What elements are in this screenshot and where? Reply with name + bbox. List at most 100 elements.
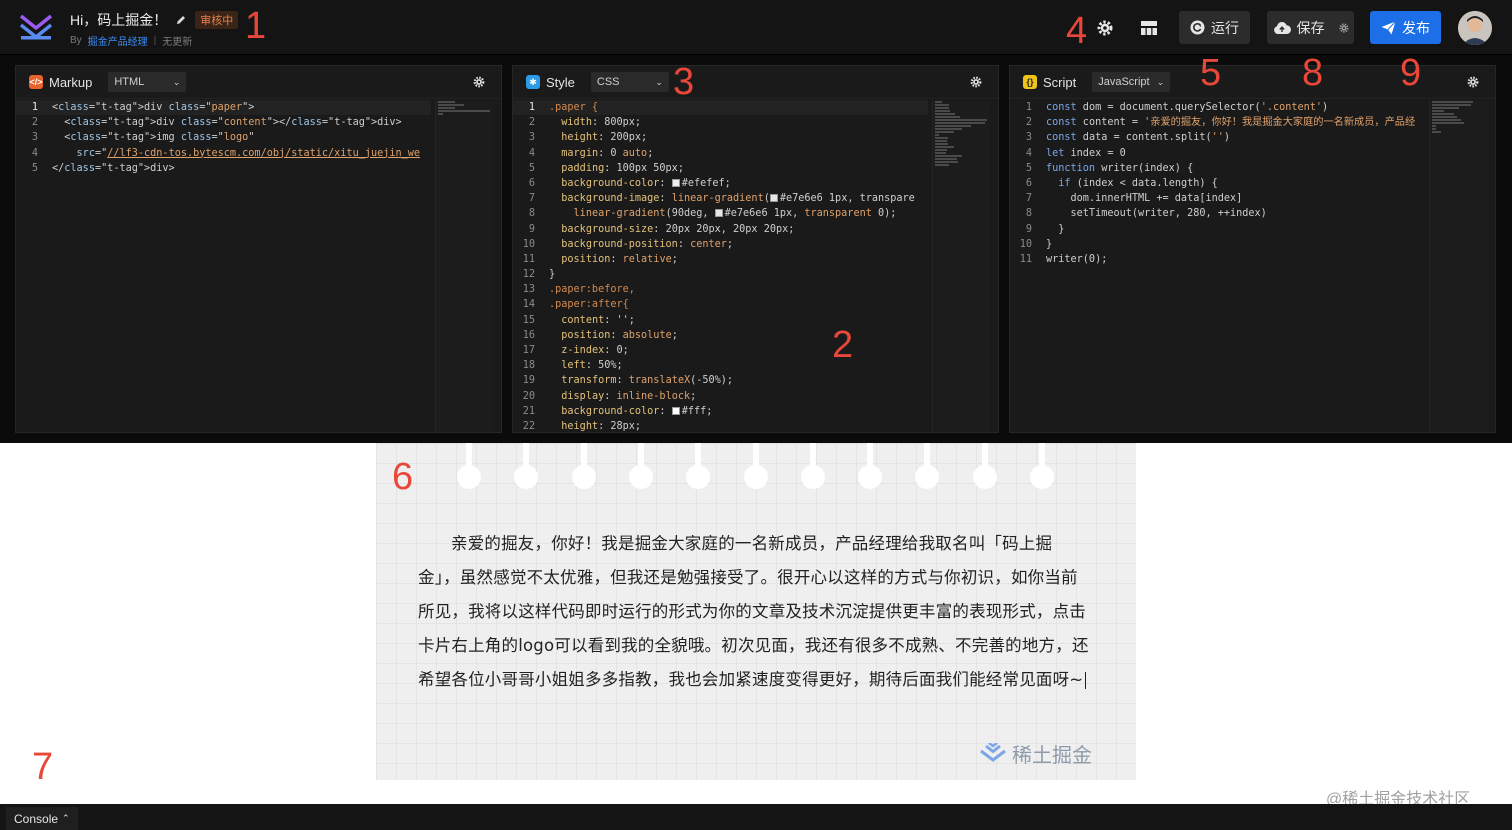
script-minimap[interactable] xyxy=(1429,100,1487,432)
code-line[interactable]: 3 const data = content.split('') xyxy=(1010,130,1425,145)
code-text: setTimeout(writer, 280, ++index) xyxy=(1046,208,1267,220)
style-minimap[interactable] xyxy=(932,100,990,432)
style-panel-gear-icon[interactable] xyxy=(970,76,982,88)
avatar[interactable] xyxy=(1458,11,1492,45)
code-text: background-color: #efefef; xyxy=(561,177,731,189)
markup-minimap[interactable] xyxy=(435,100,493,432)
line-number: 2 xyxy=(1025,117,1032,129)
code-text: position: relative; xyxy=(561,253,678,265)
code-line[interactable]: 22 height: 28px; xyxy=(513,419,928,432)
console-toggle[interactable]: Console ⌃ xyxy=(6,807,78,830)
juejin-logo-icon[interactable] xyxy=(18,12,54,42)
project-title[interactable]: Hi，码上掘金！ xyxy=(70,10,167,30)
script-panel-gear-icon[interactable] xyxy=(1467,76,1479,88)
minimap-line xyxy=(1432,104,1471,106)
style-panel: ✱ Style CSS ⌄ 1 .paper {2 width: 800px; 3 … xyxy=(512,65,999,433)
code-line[interactable]: 4 src="//lf3-cdn-tos.bytescm.com/obj/sta… xyxy=(16,146,431,161)
code-line[interactable]: 2 const content = '亲爱的掘友，你好！我是掘金大家庭的一名新成员… xyxy=(1010,115,1425,130)
code-line[interactable]: 8 setTimeout(writer, 280, ++index) xyxy=(1010,206,1425,221)
code-line[interactable]: 16 position: absolute; xyxy=(513,328,928,343)
code-line[interactable]: 7 dom.innerHTML += data[index] xyxy=(1010,191,1425,206)
chevron-down-icon: ⌄ xyxy=(655,76,663,87)
code-line[interactable]: 6 background-color: #efefef; xyxy=(513,176,928,191)
annotation-7: 7 xyxy=(32,746,54,788)
code-line[interactable]: 14 .paper:after{ xyxy=(513,297,928,312)
minimap-line xyxy=(1432,110,1444,112)
code-line[interactable]: 18 left: 50%; xyxy=(513,358,928,373)
markup-panel-gear-icon[interactable] xyxy=(473,76,485,88)
code-text: writer(0); xyxy=(1046,253,1108,265)
author-link[interactable]: 掘金产品经理 xyxy=(88,33,148,48)
minimap-line xyxy=(935,149,947,151)
save-button[interactable]: 保存 xyxy=(1267,11,1354,44)
minimap-line xyxy=(935,128,962,130)
code-line[interactable]: 7 background-image: linear-gradient(#e7e… xyxy=(513,191,928,206)
juejin-brand-icon xyxy=(980,742,1006,762)
code-line[interactable]: 9 background-size: 20px 20px, 20px 20px; xyxy=(513,222,928,237)
publish-button[interactable]: 发布 xyxy=(1370,11,1441,44)
code-line[interactable]: 3 height: 200px; xyxy=(513,130,928,145)
style-language-select[interactable]: CSS ⌄ xyxy=(590,72,669,92)
line-number: 3 xyxy=(528,132,535,144)
code-line[interactable]: 2 <class="t-tag">div class="content"></c… xyxy=(16,115,431,130)
pencil-icon[interactable] xyxy=(175,14,187,26)
code-text: } xyxy=(549,269,556,281)
code-line[interactable]: 10} xyxy=(1010,237,1425,252)
code-text: if (index < data.length) { xyxy=(1058,177,1218,189)
code-text: } xyxy=(1046,223,1065,235)
brand-logo[interactable]: 稀土掘金 xyxy=(978,739,1092,768)
settings-button[interactable] xyxy=(1090,11,1120,44)
code-line[interactable]: 5 function writer(index) { xyxy=(1010,161,1425,176)
markup-language-select[interactable]: HTML ⌄ xyxy=(108,72,187,92)
code-line[interactable]: 17 z-index: 0; xyxy=(513,343,928,358)
code-line[interactable]: 4 margin: 0 auto; xyxy=(513,146,928,161)
line-number: 6 xyxy=(528,177,535,189)
line-number: 5 xyxy=(1025,162,1032,174)
by-label: By xyxy=(70,35,82,46)
code-text: background-size: 20px 20px, 20px 20px; xyxy=(561,223,795,235)
code-line[interactable]: 5 padding: 100px 50px; xyxy=(513,161,928,176)
code-line[interactable]: 20 display: inline-block; xyxy=(513,389,928,404)
code-text: const dom = document.querySelector('.con… xyxy=(1046,102,1329,113)
layout-grid-icon xyxy=(1141,20,1157,35)
code-line[interactable]: 10 background-position: center; xyxy=(513,237,928,252)
save-settings-gear-icon[interactable] xyxy=(1338,22,1349,33)
line-number: 5 xyxy=(31,162,38,174)
code-line[interactable]: 1 <class="t-tag">div class="paper"> xyxy=(16,100,431,116)
code-text: } xyxy=(1046,238,1053,250)
minimap-line xyxy=(935,161,958,163)
code-line[interactable]: 1 const dom = document.querySelector('.co… xyxy=(1010,100,1425,115)
script-language-select[interactable]: JavaScript ⌄ xyxy=(1092,72,1171,92)
code-text: src="//lf3-cdn-tos.bytescm.com/obj/stati… xyxy=(76,147,421,159)
style-code-editor[interactable]: 1 .paper {2 width: 800px; 3 height: 200px;… xyxy=(513,100,928,432)
layout-button[interactable] xyxy=(1134,11,1164,44)
code-line[interactable]: 15 content: ''; xyxy=(513,313,928,328)
code-line[interactable]: 11 writer(0); xyxy=(1010,252,1425,267)
run-button[interactable]: 运行 xyxy=(1179,11,1250,44)
minimap-line xyxy=(935,155,962,157)
code-line[interactable]: 8 linear-gradient(90deg, #e7e6e6 1px, tr… xyxy=(513,206,928,221)
code-line[interactable]: 2 width: 800px; xyxy=(513,115,928,130)
code-text: margin: 0 auto; xyxy=(561,147,654,159)
code-text: width: 800px; xyxy=(561,117,642,129)
code-text: display: inline-block; xyxy=(561,390,697,402)
code-line[interactable]: 3 <class="t-tag">img class="logo" xyxy=(16,130,431,145)
code-line[interactable]: 5 </class="t-tag">div> xyxy=(16,161,431,176)
code-line[interactable]: 1 .paper { xyxy=(513,100,928,116)
chevron-down-icon: ⌄ xyxy=(1156,76,1165,87)
code-line[interactable]: 9 } xyxy=(1010,222,1425,237)
binder-hole xyxy=(800,443,825,489)
code-line[interactable]: 11 position: relative; xyxy=(513,252,928,267)
code-line[interactable]: 12} xyxy=(513,267,928,282)
code-line[interactable]: 13 .paper:before, xyxy=(513,282,928,297)
markup-panel-header: </> Markup HTML ⌄ xyxy=(16,66,501,99)
code-text: <class="t-tag">div class="paper"> xyxy=(52,102,255,113)
code-text: .paper:after{ xyxy=(549,299,629,311)
code-line[interactable]: 4 let index = 0 xyxy=(1010,146,1425,161)
annotation-6: 6 xyxy=(392,456,414,498)
code-line[interactable]: 6 if (index < data.length) { xyxy=(1010,176,1425,191)
markup-code-editor[interactable]: 1 <class="t-tag">div class="paper"> 2 <cla… xyxy=(16,100,431,432)
script-code-editor[interactable]: 1 const dom = document.querySelector('.co… xyxy=(1010,100,1425,432)
code-line[interactable]: 19 transform: translateX(-50%); xyxy=(513,373,928,388)
code-line[interactable]: 21 background-color: #fff; xyxy=(513,404,928,419)
